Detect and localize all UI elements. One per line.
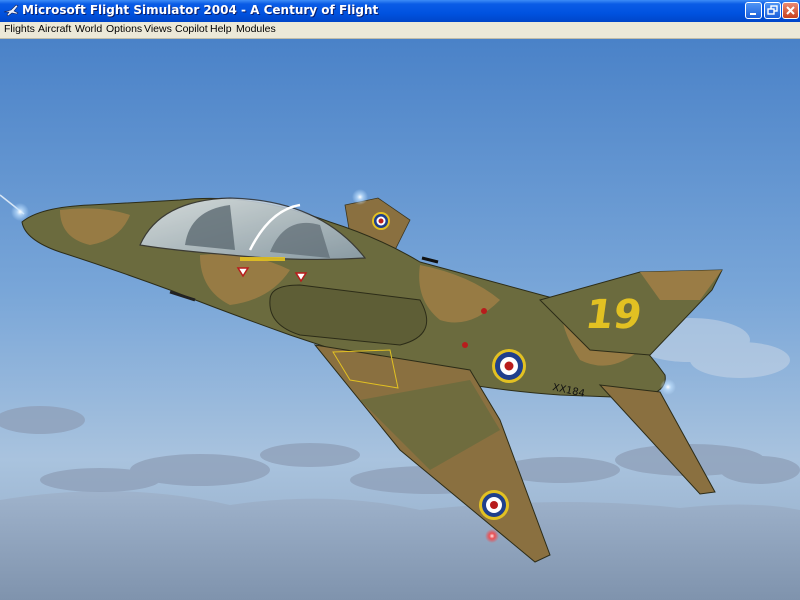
- menu-help[interactable]: Help: [210, 22, 232, 38]
- menu-views[interactable]: Views: [144, 22, 172, 38]
- menu-options[interactable]: Options: [106, 22, 142, 38]
- menu-world[interactable]: World: [75, 22, 102, 38]
- menu-copilot[interactable]: Copilot: [175, 22, 208, 38]
- tail-light: [660, 379, 676, 395]
- menu-modules[interactable]: Modules: [236, 22, 276, 38]
- wingtip-light-right: [485, 529, 499, 543]
- minimize-icon: [750, 13, 756, 15]
- window-title: Microsoft Flight Simulator 2004 - A Cent…: [22, 3, 379, 17]
- menu-aircraft[interactable]: Aircraft: [38, 22, 71, 38]
- restore-button[interactable]: [764, 2, 781, 19]
- title-bar[interactable]: Microsoft Flight Simulator 2004 - A Cent…: [0, 0, 800, 23]
- wingtip-light-left: [352, 189, 368, 205]
- flight-scene-viewport[interactable]: 19 XX184: [0, 39, 800, 600]
- app-window: Microsoft Flight Simulator 2004 - A Cent…: [0, 0, 800, 600]
- restore-icon: [767, 5, 778, 15]
- tail-number: 19: [583, 292, 645, 338]
- minimize-button[interactable]: [745, 2, 762, 19]
- close-button[interactable]: [782, 2, 799, 19]
- menu-bar: Flights Aircraft World Options Views Cop…: [0, 22, 800, 39]
- menu-flights[interactable]: Flights: [4, 22, 35, 38]
- airplane-app-icon: [3, 4, 19, 17]
- nose-light: [11, 203, 29, 221]
- close-icon: [786, 6, 795, 15]
